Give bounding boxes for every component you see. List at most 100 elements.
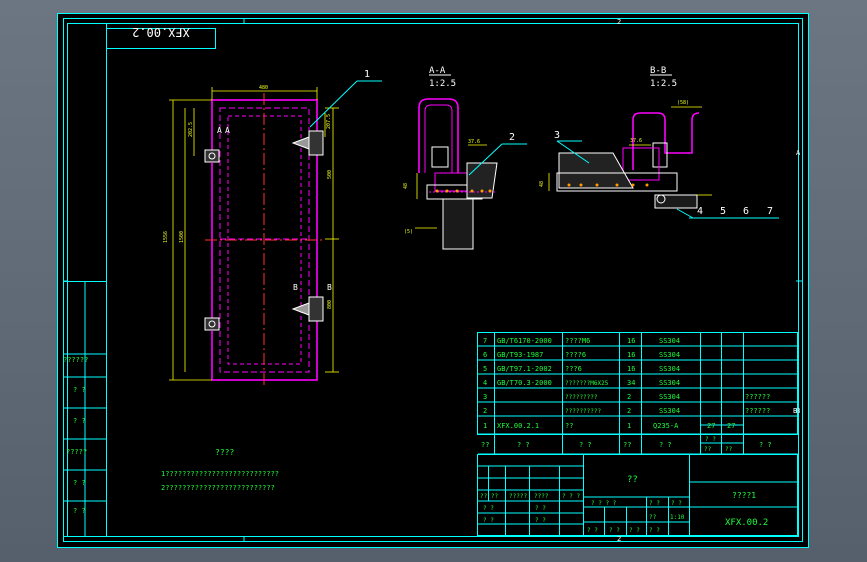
dim-top-right: 207.5 <box>326 114 332 129</box>
lower-latch <box>291 296 324 322</box>
rev-label-1: ?? ?? <box>480 493 498 500</box>
part-code: GB/T93-1987 <box>497 351 543 359</box>
zone-label-right-a: A <box>796 149 801 157</box>
part-qty: 16 <box>627 351 635 359</box>
part-name: ????????? <box>565 394 598 401</box>
lower-hinge <box>204 317 220 353</box>
header-no: ?? <box>481 441 489 449</box>
cut-marker-b-right: B <box>327 283 332 292</box>
dim-aa-top: 37.6 <box>468 139 480 145</box>
weight-value: ?? <box>649 514 657 521</box>
stage-label: ? ? ? ? <box>591 500 617 507</box>
cut-marker-a-left: A <box>217 126 222 135</box>
header-remark: ? ? <box>759 441 772 449</box>
part-remark: ?????? <box>745 393 770 401</box>
sheet-4: ? ? <box>649 527 660 534</box>
cut-marker-b-left: B <box>293 283 298 292</box>
dim-upper: 500 <box>327 170 333 179</box>
header-name: ? ? <box>579 441 592 449</box>
header-qty: ?? <box>623 441 631 449</box>
inner-border <box>63 18 803 542</box>
left-cell-2: ? ? <box>73 386 86 394</box>
part-code: GB/T70.3-2000 <box>497 379 552 387</box>
part-qty: 34 <box>627 379 635 387</box>
weight-label: ? ? <box>649 500 660 507</box>
part-material: SS304 <box>659 407 680 415</box>
notes-line-2: 2?????????????????????????? <box>161 484 275 492</box>
header-code: ? ? <box>517 441 530 449</box>
part-remark: ?????? <box>745 407 770 415</box>
part-no: 3 <box>483 393 487 401</box>
rev-label-2: ????? <box>509 493 527 500</box>
dim-bb-mid: 37.6 <box>630 138 642 144</box>
scale-value: 1:10 <box>670 514 685 521</box>
part-qty: 2 <box>627 407 631 415</box>
part-weight-1: 27 <box>707 422 715 430</box>
drawing-number: XFX.00.2 <box>725 518 768 528</box>
header-w1: ?? <box>704 446 712 453</box>
section-aa-scale: 1:2.5 <box>429 79 456 89</box>
part-name: ?????????? <box>565 408 602 415</box>
drawing-sheet: 2 2 A B XFX.00.2 ?????? ? ? ? ? ????? ? … <box>57 13 809 548</box>
part-no: 1 <box>483 422 487 430</box>
bb-handle <box>632 112 700 170</box>
part-no: 6 <box>483 351 487 359</box>
company-name: ????1 <box>732 491 756 500</box>
part-qty: 1 <box>627 422 631 430</box>
part-qty: 16 <box>627 365 635 373</box>
cad-viewport: 2 2 A B XFX.00.2 ?????? ? ? ? ? ????? ? … <box>0 0 867 562</box>
part-qty: 16 <box>627 337 635 345</box>
upper-latch <box>291 130 324 156</box>
balloon-2: 2 <box>509 132 515 143</box>
balloon-5: 5 <box>720 206 726 217</box>
part-name: ?? <box>565 422 573 430</box>
part-no: 2 <box>483 407 487 415</box>
part-material: SS304 <box>659 351 680 359</box>
section-aa-view: A-A 1:2.5 48 (5) 37.6 2 <box>403 66 527 250</box>
part-material: SS304 <box>659 337 680 345</box>
balloon-6: 6 <box>743 206 749 217</box>
balloon-4: 4 <box>697 206 703 217</box>
part-weight-2: 27 <box>727 422 735 430</box>
dim-lower: 800 <box>327 300 333 309</box>
zone-label-top: 2 <box>617 18 621 26</box>
upper-hinge <box>204 149 220 184</box>
scale-label: ? ? <box>671 500 682 507</box>
sheet-1: ? ? <box>587 527 598 534</box>
title-block-text: ?? ????1 XFX.00.2 ?? ?? ????? ???? ? ? ?… <box>480 475 768 534</box>
sheet-2: ? ? <box>609 527 620 534</box>
signer-3: ? ? <box>483 517 494 524</box>
balloon-3: 3 <box>554 130 560 141</box>
part-code: GB/T97.1-2002 <box>497 365 552 373</box>
part-name: ???????M6X25 <box>565 380 609 387</box>
outer-frame <box>57 13 809 548</box>
rev-label-4: ? ? ? <box>562 493 580 500</box>
part-qty: 2 <box>627 393 631 401</box>
title-stamp: XFX.00.2 <box>106 25 216 49</box>
parts-header: ?? ? ? ? ? ?? ? ? ? ? ?? ?? ? ? <box>478 434 798 455</box>
left-revision-column: ?????? ? ? ? ? ????? ? ? ? ? <box>63 281 107 537</box>
notes-line-1: 1??????????????????????????? <box>161 470 279 478</box>
part-material: Q235-A <box>653 422 679 430</box>
part-no: 7 <box>483 337 487 345</box>
title-stamp-text: XFX.00.2 <box>132 25 190 39</box>
dim-aa-bottom: (5) <box>404 229 413 235</box>
drawing-name: ?? <box>627 475 638 485</box>
part-no: 5 <box>483 365 487 373</box>
signer-2: ? ? <box>535 505 546 512</box>
dim-bb-top: (58) <box>677 100 689 106</box>
left-cell-4: ????? <box>66 448 87 456</box>
balloon-1: 1 <box>364 69 370 80</box>
left-cell-5: ? ? <box>73 479 86 487</box>
drawing-canvas[interactable]: 2 2 A B XFX.00.2 ?????? ? ? ? ? ????? ? … <box>57 13 809 548</box>
left-cell-3: ? ? <box>73 417 86 425</box>
left-cell-6: ? ? <box>73 507 86 515</box>
part-name: ????M6 <box>565 337 590 345</box>
section-bb-view: B-B 1:2.5 (58) 37.6 48 3 4 5 6 7 <box>539 66 779 219</box>
dim-height: 1556 <box>163 231 169 243</box>
signer-1: ? ? <box>483 505 494 512</box>
zone-label-bottom: 2 <box>617 535 621 543</box>
part-name: ???6 <box>565 365 582 373</box>
header-weight: ? ? <box>705 436 716 443</box>
left-cell-1: ?????? <box>63 356 88 364</box>
